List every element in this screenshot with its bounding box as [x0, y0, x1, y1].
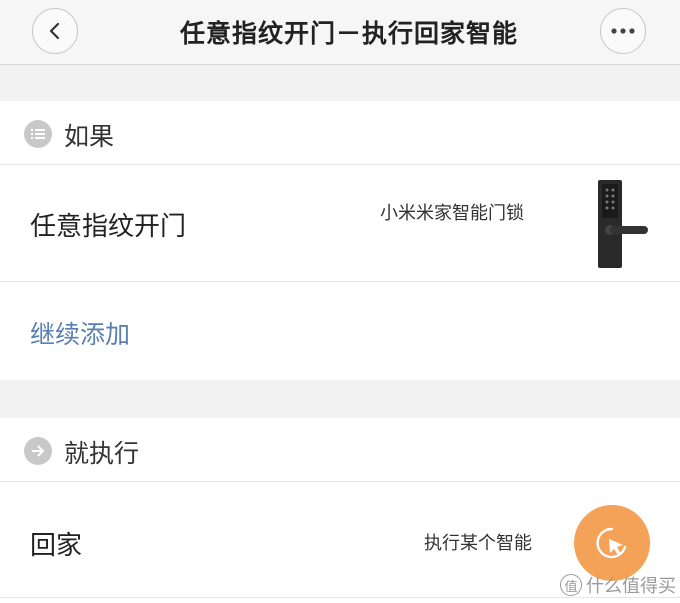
then-section-header: 就执行	[0, 418, 680, 482]
chevron-left-icon	[49, 22, 60, 40]
trigger-row[interactable]: 任意指纹开门 小米米家智能门锁	[0, 166, 680, 282]
watermark-text: 什么值得买	[586, 576, 676, 597]
page-title: 任意指纹开门－执行回家智能	[180, 19, 519, 48]
cursor-click-icon	[596, 527, 627, 559]
spacer-band	[0, 65, 680, 101]
nav-header: 任意指纹开门－执行回家智能	[0, 0, 680, 65]
then-section-label: 就执行	[64, 439, 140, 468]
trigger-device-name: 小米米家智能门锁	[380, 203, 524, 224]
back-button[interactable]	[32, 8, 78, 54]
if-section: 如果 任意指纹开门 小米米家智能门锁 继续添加	[0, 101, 680, 380]
add-action-button[interactable]	[574, 505, 650, 581]
list-icon	[24, 120, 52, 148]
if-section-header: 如果	[0, 101, 680, 165]
watermark: 值 什么值得买	[560, 572, 676, 598]
trigger-title: 任意指纹开门	[30, 212, 187, 242]
door-lock-icon	[598, 180, 648, 268]
continue-add-link[interactable]: 继续添加	[30, 315, 130, 351]
action-type: 执行某个智能	[424, 533, 532, 554]
spacer-band	[0, 380, 680, 418]
more-button[interactable]	[600, 8, 646, 54]
if-section-label: 如果	[64, 122, 115, 151]
arrow-right-icon	[24, 437, 52, 465]
watermark-badge: 值	[560, 574, 582, 596]
more-dots-icon	[611, 28, 635, 34]
action-title: 回家	[30, 531, 83, 561]
add-condition-row[interactable]: 继续添加	[0, 282, 680, 380]
